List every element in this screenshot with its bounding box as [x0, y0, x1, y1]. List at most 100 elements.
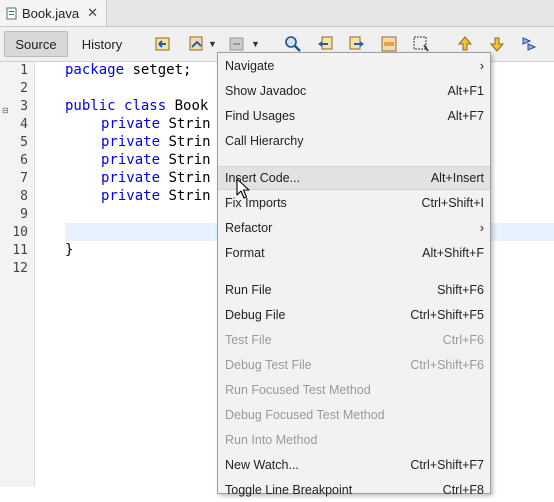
keyword: package [65, 62, 125, 78]
menu-item-label: Call Hierarchy [225, 134, 304, 148]
code-text: Strin [168, 116, 211, 132]
java-file-icon [6, 7, 17, 19]
line-number-gutter: 1 2 3 4 5 6 7 8 9 10 11 12 ⊟ [0, 62, 35, 487]
menu-item-navigate[interactable]: Navigate › [218, 54, 490, 78]
tab-book-java[interactable]: Book.java ✕ [0, 0, 107, 26]
menu-item-new-watch[interactable]: New Watch... Ctrl+Shift+F7 [218, 453, 490, 477]
next-bookmark-icon[interactable] [488, 35, 506, 53]
previous-bookmark-icon[interactable] [456, 35, 474, 53]
menu-item-shortcut: Ctrl+F8 [442, 483, 484, 497]
code-line-1: package setget; [65, 62, 191, 78]
line-number: 8 [20, 189, 28, 204]
rectangular-selection-icon[interactable] [412, 35, 430, 53]
menu-item-label: Navigate [225, 59, 275, 73]
menu-item-shortcut: Alt+F7 [447, 109, 484, 123]
line-number: 10 [12, 225, 28, 240]
line-number: 1 [20, 63, 28, 78]
menu-item-shortcut: Ctrl+Shift+F7 [410, 458, 484, 472]
menu-item-label: Debug Focused Test Method [225, 408, 385, 422]
menu-item-label: Debug Test File [225, 358, 312, 372]
submenu-arrow-icon: › [479, 221, 484, 235]
last-edit-icon[interactable] [154, 35, 172, 53]
menu-item-run-into-method: Run Into Method [218, 428, 490, 452]
menu-item-shortcut: Ctrl+Shift+F6 [410, 358, 484, 372]
line-number: 6 [20, 153, 28, 168]
menu-item-debug-file[interactable]: Debug File Ctrl+Shift+F5 [218, 303, 490, 327]
code-text: Strin [168, 134, 211, 150]
menu-item-label: Test File [225, 333, 272, 347]
code-text: Strin [168, 188, 211, 204]
menu-item-run-focused-test: Run Focused Test Method [218, 378, 490, 402]
code-line-5: private Strin [101, 134, 211, 150]
menu-item-label: Debug File [225, 308, 286, 322]
close-tab-icon[interactable]: ✕ [87, 5, 98, 21]
code-line-7: private Strin [101, 170, 211, 186]
code-text: } [65, 242, 74, 258]
menu-item-label: Show Javadoc [225, 84, 307, 98]
find-next-icon[interactable] [348, 35, 366, 53]
keyword: private [101, 116, 161, 132]
menu-item-insert-code[interactable]: Insert Code... Alt+Insert [218, 166, 490, 190]
line-number: 9 [20, 207, 28, 222]
line-number: 11 [12, 243, 28, 258]
code-text: Strin [168, 152, 211, 168]
menu-item-debug-focused-test: Debug Focused Test Method [218, 403, 490, 427]
code-text: Book [174, 98, 209, 114]
keyword: private [101, 134, 161, 150]
menu-item-fix-imports[interactable]: Fix Imports Ctrl+Shift+I [218, 191, 490, 215]
menu-item-shortcut: Ctrl+Shift+I [421, 196, 484, 210]
line-number: 5 [20, 135, 28, 150]
code-line-11: } [65, 242, 73, 258]
line-number: 7 [20, 171, 28, 186]
menu-item-label: New Watch... [225, 458, 299, 472]
menu-item-toggle-breakpoint[interactable]: Toggle Line Breakpoint Ctrl+F8 [218, 478, 490, 502]
code-line-6: private Strin [101, 152, 211, 168]
find-icon[interactable] [284, 35, 302, 53]
editor-tab-strip: Book.java ✕ [0, 0, 554, 27]
history-button[interactable]: History [72, 31, 132, 57]
forward-icon[interactable] [228, 35, 246, 53]
keyword: private [101, 152, 161, 168]
mouse-pointer-icon [236, 178, 250, 199]
menu-item-label: Run File [225, 283, 272, 297]
keyword: private [101, 170, 161, 186]
source-button[interactable]: Source [4, 31, 68, 57]
menu-item-label: Run Into Method [225, 433, 318, 447]
code-line-3: public class Book [65, 98, 208, 114]
line-number: 4 [20, 117, 28, 132]
menu-item-shortcut: Shift+F6 [437, 283, 484, 297]
submenu-arrow-icon: › [479, 59, 484, 73]
menu-item-label: Find Usages [225, 109, 296, 123]
menu-item-shortcut: Alt+F1 [447, 84, 484, 98]
menu-item-refactor[interactable]: Refactor › [218, 216, 490, 240]
menu-item-label: Run Focused Test Method [225, 383, 371, 397]
menu-item-format[interactable]: Format Alt+Shift+F [218, 241, 490, 265]
code-line-8: private Strin [101, 188, 211, 204]
keyword: public [65, 98, 116, 114]
menu-item-label: Refactor [225, 221, 273, 235]
code-text: setget; [124, 62, 192, 78]
code-line-4: private Strin [101, 116, 211, 132]
back-icon[interactable] [188, 35, 206, 53]
forward-dropdown-icon[interactable]: ▼ [251, 39, 260, 49]
menu-item-label: Toggle Line Breakpoint [225, 483, 353, 497]
menu-item-label: Fix Imports [225, 196, 287, 210]
tab-title: Book.java [22, 5, 80, 21]
menu-item-call-hierarchy[interactable]: Call Hierarchy [218, 129, 490, 153]
code-text: Strin [168, 170, 211, 186]
toggle-highlight-icon[interactable] [380, 35, 398, 53]
back-dropdown-icon[interactable]: ▼ [208, 39, 217, 49]
fold-marker-icon[interactable]: ⊟ [2, 106, 10, 115]
editor-context-menu: Navigate › Show Javadoc Alt+F1 Find Usages… [217, 52, 491, 497]
menu-item-shortcut: Ctrl+F6 [442, 333, 484, 347]
menu-item-run-file[interactable]: Run File Shift+F6 [218, 278, 490, 302]
toggle-bookmark-icon[interactable] [520, 35, 538, 53]
menu-item-debug-test-file: Debug Test File Ctrl+Shift+F6 [218, 353, 490, 377]
menu-item-find-usages[interactable]: Find Usages Alt+F7 [218, 104, 490, 128]
keyword: private [101, 188, 161, 204]
keyword: class [124, 98, 167, 114]
line-number: 12 [12, 261, 28, 276]
menu-item-label: Format [225, 246, 265, 260]
menu-item-show-javadoc[interactable]: Show Javadoc Alt+F1 [218, 79, 490, 103]
find-previous-icon[interactable] [316, 35, 334, 53]
